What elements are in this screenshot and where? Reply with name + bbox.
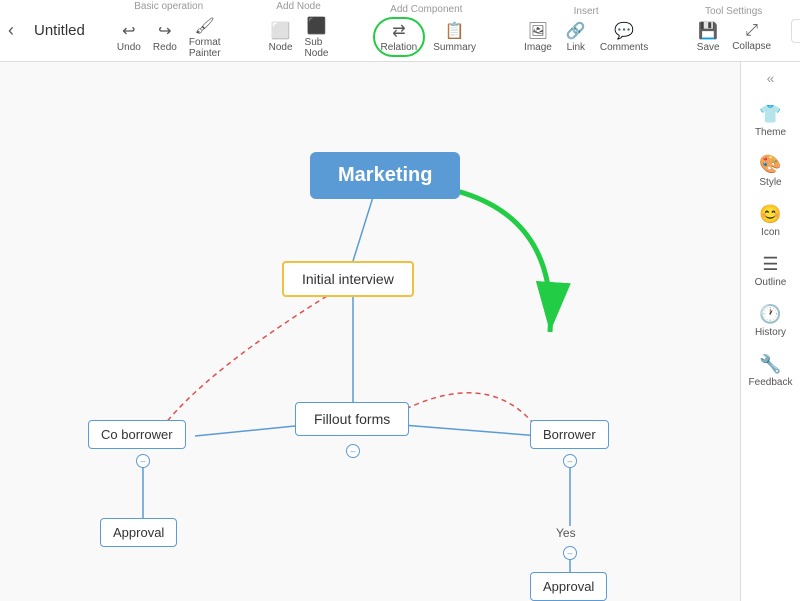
toolbar: ‹ Untitled Basic operation ↩Undo ↪Redo 🖌… bbox=[0, 0, 800, 62]
tool-settings-group: Tool Settings 💾Save ⤢Collapse bbox=[692, 6, 775, 55]
outline-icon: ☰ bbox=[762, 254, 778, 275]
yes-label: Yes bbox=[556, 526, 576, 540]
sub-node-button[interactable]: ⬛Sub Node bbox=[301, 14, 333, 61]
add-component-label: Add Component bbox=[390, 4, 462, 15]
theme-icon: 👕 bbox=[759, 104, 781, 125]
share-button[interactable]: 🔗 Share bbox=[791, 19, 800, 43]
marketing-node[interactable]: Marketing bbox=[310, 152, 460, 199]
main-area: Marketing Initial interview Fillout form… bbox=[0, 62, 800, 601]
history-icon: 🕐 bbox=[759, 304, 781, 325]
borrower-collapse[interactable]: – bbox=[563, 454, 577, 468]
style-icon: 🎨 bbox=[759, 154, 781, 175]
borrower-node[interactable]: Borrower bbox=[530, 420, 609, 449]
redo-button[interactable]: ↪Redo bbox=[149, 19, 181, 55]
add-node-group: Add Node ⬜Node ⬛Sub Node bbox=[265, 1, 333, 61]
node-button[interactable]: ⬜Node bbox=[265, 19, 297, 55]
sidebar-item-outline[interactable]: ☰ Outline bbox=[745, 248, 797, 294]
co-borrower-node[interactable]: Co borrower bbox=[88, 420, 186, 449]
insert-label: Insert bbox=[574, 6, 599, 17]
sidebar-item-history[interactable]: 🕐 History bbox=[745, 298, 797, 344]
co-borrower-collapse[interactable]: – bbox=[136, 454, 150, 468]
icon-icon: 😊 bbox=[759, 204, 781, 225]
relation-button[interactable]: ⇄Relation bbox=[373, 17, 426, 57]
canvas[interactable]: Marketing Initial interview Fillout form… bbox=[0, 62, 740, 601]
sidebar-item-feedback[interactable]: 🔧 Feedback bbox=[745, 348, 797, 394]
basic-operation-group: Basic operation ↩Undo ↪Redo 🖌Format Pain… bbox=[113, 1, 225, 61]
fillout-collapse[interactable]: – bbox=[346, 444, 360, 458]
sidebar-item-theme[interactable]: 👕 Theme bbox=[745, 98, 797, 144]
format-painter-button[interactable]: 🖌Format Painter bbox=[185, 14, 225, 61]
yes-collapse[interactable]: – bbox=[563, 546, 577, 560]
toolbar-right: 🔗 Share 📤 Export bbox=[791, 19, 800, 43]
save-button[interactable]: 💾Save bbox=[692, 19, 724, 55]
insert-group: Insert 🖼Image 🔗Link 💬Comments bbox=[520, 6, 652, 55]
link-button[interactable]: 🔗Link bbox=[560, 19, 592, 55]
comments-button[interactable]: 💬Comments bbox=[596, 19, 652, 55]
back-button[interactable]: ‹ bbox=[8, 20, 14, 41]
document-title[interactable]: Untitled bbox=[34, 22, 85, 39]
sidebar-item-style[interactable]: 🎨 Style bbox=[745, 148, 797, 194]
approval-left-node[interactable]: Approval bbox=[100, 518, 177, 547]
undo-button[interactable]: ↩Undo bbox=[113, 19, 145, 55]
image-button[interactable]: 🖼Image bbox=[520, 19, 556, 55]
initial-interview-node[interactable]: Initial interview bbox=[282, 261, 414, 297]
basic-operation-label: Basic operation bbox=[134, 1, 203, 12]
fillout-forms-node[interactable]: Fillout forms bbox=[295, 402, 409, 436]
tool-settings-label: Tool Settings bbox=[705, 6, 762, 17]
add-component-group: Add Component ⇄Relation 📋Summary bbox=[373, 4, 481, 57]
add-node-label: Add Node bbox=[276, 1, 320, 12]
summary-button[interactable]: 📋Summary bbox=[429, 19, 480, 55]
feedback-icon: 🔧 bbox=[759, 354, 781, 375]
sidebar-collapse-button[interactable]: « bbox=[767, 70, 775, 86]
sidebar-item-icon[interactable]: 😊 Icon bbox=[745, 198, 797, 244]
approval-right-node[interactable]: Approval bbox=[530, 572, 607, 601]
right-sidebar: « 👕 Theme 🎨 Style 😊 Icon ☰ Outline 🕐 His… bbox=[740, 62, 800, 601]
collapse-button[interactable]: ⤢Collapse bbox=[728, 20, 775, 54]
